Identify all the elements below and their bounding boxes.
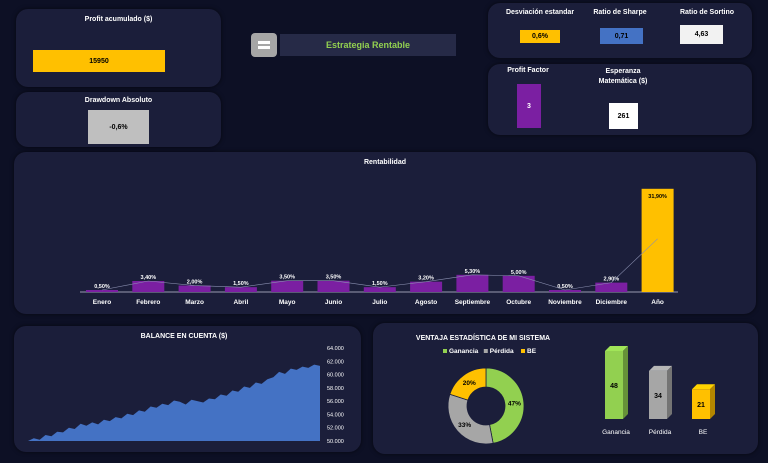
legend-label-1: Pérdida (490, 348, 514, 355)
tick-label-diciembre: Diciembre (596, 299, 628, 306)
bar-septiembre (456, 274, 489, 292)
balance-ytick-3: 56.000 (327, 399, 344, 405)
bar-diciembre (595, 282, 628, 292)
tick-label-agosto: Agosto (415, 299, 437, 306)
profit-factor-value: 3 (517, 84, 541, 128)
ratio-value-sharpe: 0,71 (600, 28, 643, 44)
bar-marzo (178, 285, 211, 292)
ratio-value-desviacion: 0,6% (520, 30, 560, 43)
bar-label-marzo: 2,00% (187, 280, 203, 286)
bar3d-value-ganancia: 48 (610, 383, 618, 390)
rentabilidad-chart: 0,50%Enero3,40%Febrero2,00%Marzo1,50%Abr… (80, 188, 678, 306)
tick-label-noviembre: Noviembre (548, 299, 582, 306)
bar-año (641, 188, 674, 292)
bar-label-mayo: 3,50% (279, 275, 295, 281)
rentabilidad-panel: Rentabilidad 0,50% Enero 3,40% Febrero 2,00%… (14, 152, 756, 314)
bar3d-value-be: 21 (697, 402, 705, 409)
donut-label-ganancia: 47% (508, 400, 521, 407)
bar-label-año: 31,90% (648, 194, 667, 200)
balance-panel: BALANCE EN CUENTA ($) 50.000 52.000 54.000… (14, 326, 361, 452)
tick-label-julio: Julio (372, 299, 387, 306)
legend-swatch-0 (443, 349, 447, 353)
esperanza-value: 261 (609, 103, 638, 129)
ratios-panel: Desviación estandar 0,6% Ratio de Sharpe… (488, 3, 752, 58)
bar-label-junio: 3,50% (326, 275, 342, 281)
tick-label-enero: Enero (93, 299, 111, 306)
bar-label-febrero: 3,40% (140, 275, 156, 281)
bar-label-septiembre: 5,30% (465, 269, 481, 275)
bar3d-label-ganancia: Ganancia (602, 429, 630, 436)
esperanza-title: Esperanza Matemática ($) (598, 68, 648, 85)
balance-ytick-7: 64.000 (327, 346, 344, 352)
bar-abril (224, 287, 257, 292)
ratio-title-sharpe: Ratio de Sharpe (593, 9, 647, 16)
legend-label-0: Ganancia (449, 348, 479, 355)
bar-label-octubre: 5,00% (511, 270, 527, 276)
equals-icon (258, 41, 270, 49)
drawdown-value-box: -0,6% (88, 110, 149, 144)
tick-label-junio: Junio (325, 299, 342, 306)
factor-panel: Profit Factor 3 Esperanza Matemática ($)… (488, 64, 752, 135)
tick-label-abril: Abril (233, 299, 248, 306)
tick-label-mayo: Mayo (279, 299, 296, 306)
profit-title: Profit acumulado ($) (84, 16, 153, 23)
legend-swatch-2 (521, 349, 525, 353)
tick-label-octubre: Octubre (506, 299, 531, 306)
bar3d-side-2 (710, 384, 715, 419)
bar-julio (363, 287, 396, 292)
tick-label-marzo: Marzo (185, 299, 204, 306)
bar3d-label-be: BE (699, 429, 708, 436)
profit-factor-title: Profit Factor (507, 67, 549, 74)
ratio-value-sortino: 4,63 (680, 25, 723, 44)
balance-ytick-0: 50.000 (327, 439, 344, 445)
balance-area (28, 364, 320, 441)
drawdown-title: Drawdown Absoluto (84, 97, 153, 104)
balance-ytick-4: 58.000 (327, 386, 344, 392)
balance-ytick-2: 54.000 (327, 412, 344, 418)
legend-label-2: BE (527, 348, 537, 355)
balance-ytick-6: 62.000 (327, 359, 344, 365)
bar3d-side-1 (667, 365, 672, 419)
strategy-label: Estrategia Rentable (280, 34, 456, 56)
donut-slice-pérdida (447, 393, 494, 445)
bar-octubre (502, 275, 535, 292)
donut-label-pérdida: 33% (458, 422, 471, 429)
tick-label-septiembre: Septiembre (455, 299, 491, 306)
ratio-title-sortino: Ratio de Sortino (679, 9, 735, 16)
drawdown-panel: Drawdown Absoluto -0,6% (16, 92, 221, 147)
profit-panel: Profit acumulado ($) 15950 (16, 9, 221, 87)
bar-febrero (132, 281, 165, 292)
tick-label-año: Año (651, 299, 664, 306)
bar3d-value-pérdida: 34 (654, 393, 662, 400)
balance-chart: 50.000 52.000 54.000 56.000 58.000 60.000 62.0… (28, 346, 344, 445)
bar-enero (86, 290, 118, 292)
strategy-icon-box (251, 33, 277, 57)
balance-ytick-5: 60.000 (327, 373, 344, 379)
tick-label-febrero: Febrero (136, 299, 160, 306)
bar3d-label-pérdida: Pérdida (649, 429, 672, 436)
donut-label-be: 20% (463, 380, 476, 387)
balance-ytick-1: 52.000 (327, 426, 344, 432)
ventaja-chart: Ganancia Pérdida BE 47% 33% 20% 48 Ganancia 34 Pé… (443, 346, 715, 445)
ratio-title-desviacion: Desviación estandar (505, 9, 575, 16)
ventaja-panel: VENTAJA ESTADÍSTICA DE MI SISTEMA Gananc… (373, 323, 758, 454)
profit-value-box: 15950 (33, 50, 165, 72)
legend-swatch-1 (483, 349, 488, 353)
bar3d-side-0 (623, 346, 628, 419)
